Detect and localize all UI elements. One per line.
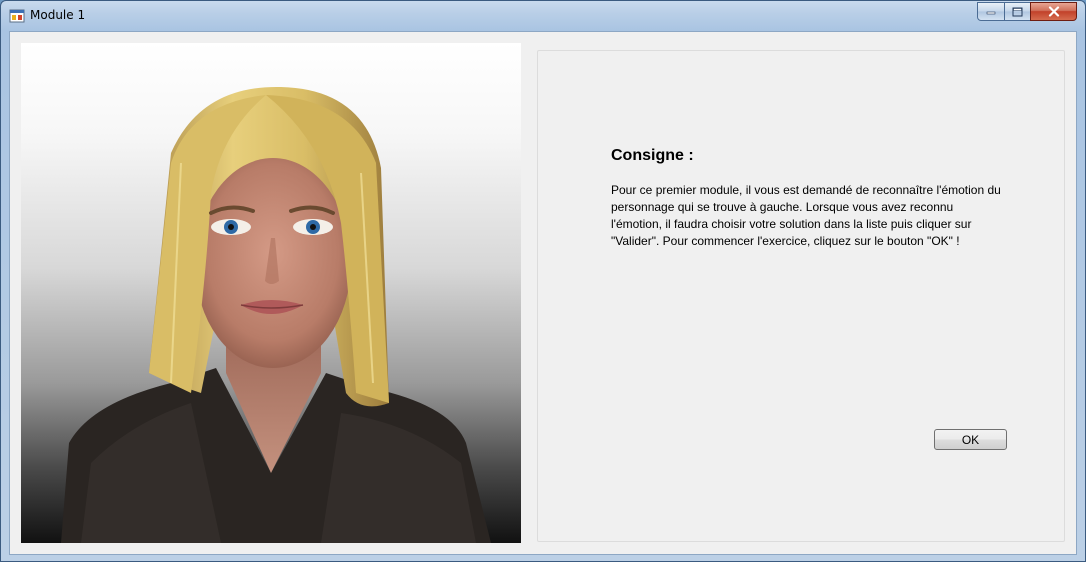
instructions-text: Pour ce premier module, il vous est dema…	[611, 183, 1001, 248]
instructions-heading: Consigne :	[611, 147, 694, 164]
avatar-face-image	[61, 86, 491, 543]
avatar-face-portrait	[21, 43, 521, 543]
ok-button[interactable]: OK	[934, 429, 1007, 450]
client-area: Consigne : Pour ce premier module, il vo…	[9, 31, 1077, 555]
instructions-panel: Consigne : Pour ce premier module, il vo…	[537, 50, 1065, 542]
window-title: Module 1	[30, 8, 86, 22]
minimize-button[interactable]	[977, 2, 1005, 21]
app-window: Module 1 Consigne: Pour ce premier modu…	[0, 0, 1086, 562]
maximize-button[interactable]	[1004, 2, 1031, 21]
close-icon	[1048, 6, 1059, 17]
app-icon[interactable]	[9, 8, 25, 24]
title-bar[interactable]: Module 1	[1, 1, 1085, 31]
minimize-icon	[986, 11, 996, 14]
close-button[interactable]	[1030, 2, 1077, 21]
maximize-icon	[1012, 7, 1023, 16]
